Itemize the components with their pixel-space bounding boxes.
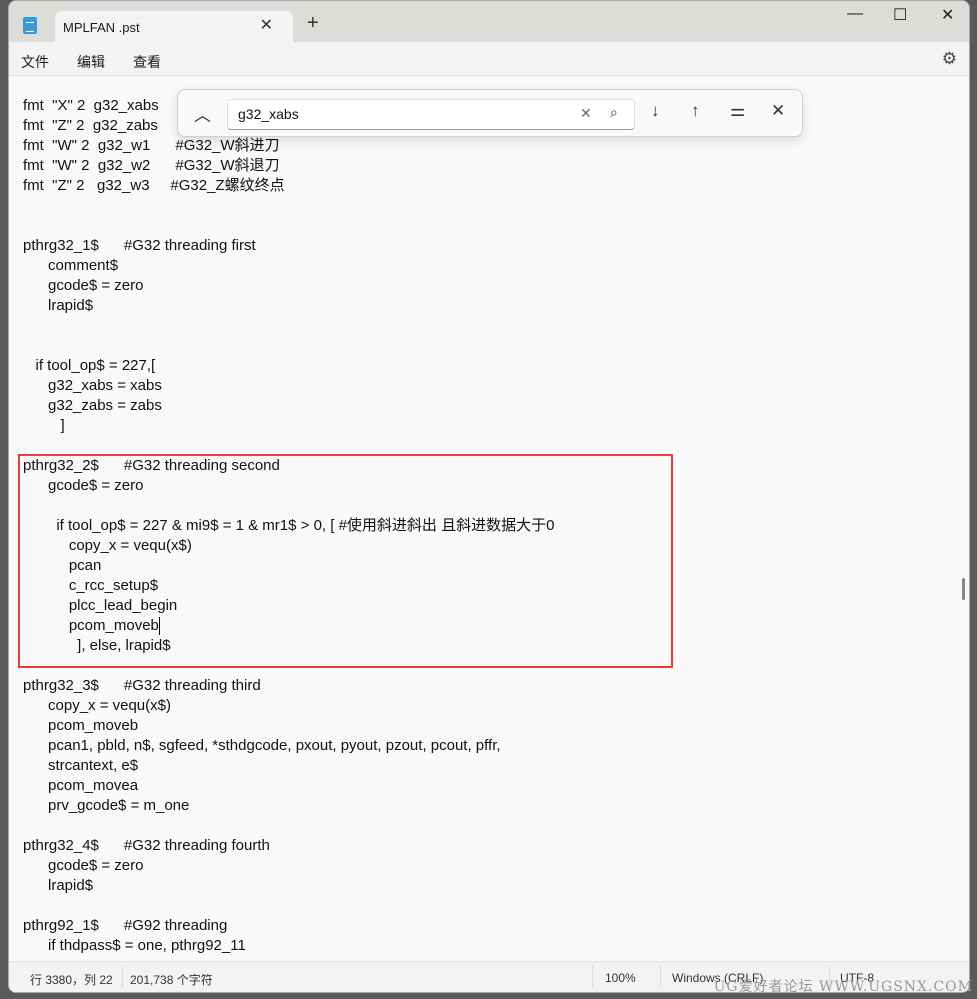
code-line: pthrg32_2$ #G32 threading second	[23, 457, 280, 474]
code-line: lrapid$	[23, 877, 94, 894]
divider	[660, 966, 661, 988]
clear-search-icon[interactable]: ✕	[580, 105, 592, 122]
code-line: fmt "Z" 2 g32_w3 #G32_Z螺纹终点	[23, 177, 285, 194]
code-line: if tool_op$ = 227 & mi9$ = 1 & mr1$ > 0,…	[23, 517, 555, 534]
code-line: if tool_op$ = 227,[	[23, 357, 156, 374]
new-tab-button[interactable]: +	[307, 12, 319, 35]
find-next-arrow-down-icon[interactable]: ↓	[651, 101, 660, 121]
code-line: pcan	[23, 557, 102, 574]
settings-gear-icon[interactable]: ⚙	[942, 49, 957, 69]
char-count: 201,738 个字符	[130, 973, 213, 987]
find-previous-arrow-up-icon[interactable]: ↑	[691, 101, 700, 121]
tab-close-icon[interactable]: ✕	[260, 15, 273, 35]
code-line: c_rcc_setup$	[23, 577, 159, 594]
code-line: pthrg32_4$ #G32 threading fourth	[23, 837, 270, 854]
code-line: lrapid$	[23, 297, 94, 314]
title-bar: MPLFAN .pst ✕ + — ☐ ✕	[9, 1, 969, 42]
watermark: UG爱好者论坛 WWW.UGSNX.COM	[713, 979, 973, 995]
tab-title: MPLFAN .pst	[63, 20, 140, 35]
code-line: pcan1, pbld, n$, sgfeed, *sthdgcode, pxo…	[23, 737, 501, 754]
code-line: pthrg92_1$ #G92 threading	[23, 917, 228, 934]
notepad-app-icon	[23, 17, 37, 34]
maximize-button[interactable]: ☐	[893, 5, 907, 25]
code-line: fmt "W" 2 g32_w1 #G32_W斜进刀	[23, 137, 280, 154]
code-line: pcom_moveb	[23, 717, 139, 734]
code-line: fmt "X" 2 g32_xabs	[23, 97, 159, 114]
menu-view[interactable]: 查看	[133, 52, 161, 72]
close-window-button[interactable]: ✕	[941, 5, 954, 25]
text-editor[interactable]: fmt "X" 2 g32_xabsfmt "Z" 2 g32_zabsfmt …	[9, 76, 969, 961]
code-line: fmt "W" 2 g32_w2 #G32_W斜退刀	[23, 157, 280, 174]
find-bar: ︿ g32_xabs ✕ ⌕ ↓ ↑ ⚌ ✕	[177, 89, 803, 137]
minimize-button[interactable]: —	[847, 5, 863, 23]
code-line: if thdpass$ = one, pthrg92_11	[23, 937, 246, 954]
code-line: gcode$ = zero	[23, 277, 144, 294]
code-line: pthrg32_3$ #G32 threading third	[23, 677, 261, 694]
code-line: prv_gcode$ = m_one	[23, 797, 190, 814]
divider	[122, 966, 123, 988]
cursor-position: 行 3380，列 22	[30, 973, 113, 987]
code-line: fmt "Z" 2 g32_zabs	[23, 117, 158, 134]
code-line: comment$	[23, 257, 119, 274]
code-line: pthrg32_1$ #G32 threading first	[23, 237, 256, 254]
file-tab[interactable]: MPLFAN .pst ✕	[55, 11, 293, 42]
code-line: pcom_moveb	[23, 617, 160, 636]
search-icon[interactable]: ⌕	[610, 104, 618, 121]
menu-edit[interactable]: 编辑	[77, 52, 105, 72]
notepad-window: MPLFAN .pst ✕ + — ☐ ✕ 文件 编辑 查看 ⚙ fmt "X"…	[8, 0, 970, 993]
search-options-sliders-icon[interactable]: ⚌	[730, 101, 745, 121]
code-line: ]	[23, 417, 65, 434]
divider	[592, 966, 593, 988]
code-line: pcom_movea	[23, 777, 139, 794]
expand-replace-chevron-up-icon[interactable]: ︿	[194, 101, 211, 126]
code-line: plcc_lead_begin	[23, 597, 178, 614]
code-line: g32_xabs = xabs	[23, 377, 162, 394]
code-line: g32_zabs = zabs	[23, 397, 162, 414]
menu-bar: 文件 编辑 查看 ⚙	[9, 42, 969, 76]
find-input[interactable]: g32_xabs	[227, 99, 635, 130]
code-line: strcantext, e$	[23, 757, 139, 774]
code-line: ], else, lrapid$	[23, 637, 171, 654]
vertical-scrollbar[interactable]	[962, 578, 965, 600]
text-caret	[158, 617, 160, 636]
zoom-level[interactable]: 100%	[605, 971, 636, 985]
close-find-icon[interactable]: ✕	[771, 101, 785, 121]
code-line: gcode$ = zero	[23, 857, 144, 874]
code-line: copy_x = vequ(x$)	[23, 537, 192, 554]
code-line: copy_x = vequ(x$)	[23, 697, 171, 714]
menu-file[interactable]: 文件	[21, 52, 49, 72]
code-line: gcode$ = zero	[23, 477, 144, 494]
